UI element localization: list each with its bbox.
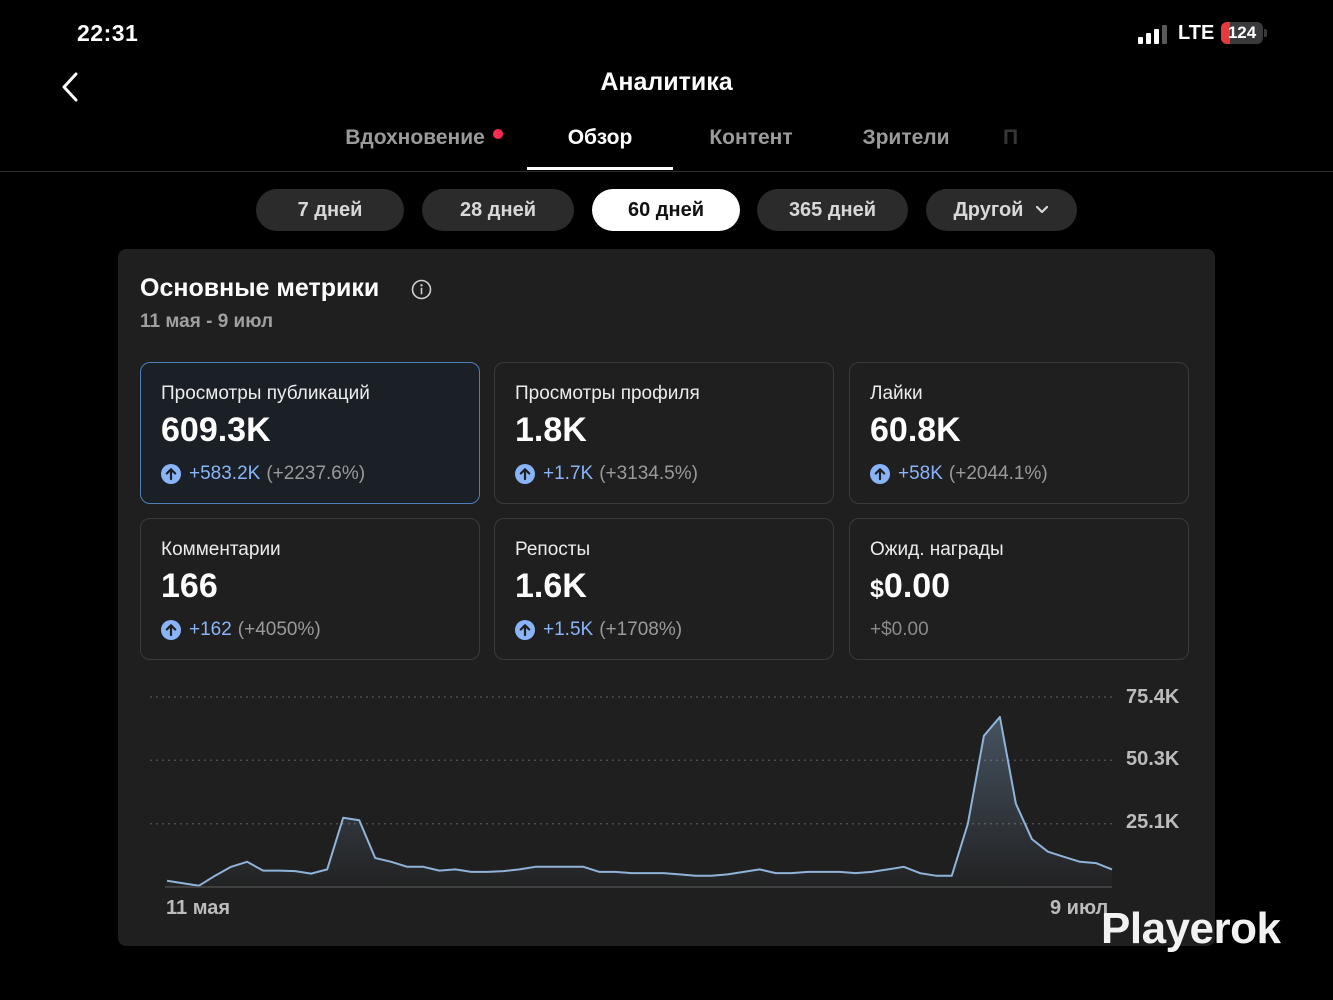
period-custom-dropdown[interactable]: Другой — [926, 189, 1077, 231]
tab-label: Вдохновение — [345, 126, 485, 149]
chevron-down-icon — [1036, 205, 1049, 214]
views-area-chart[interactable] — [150, 680, 1200, 920]
metric-label: Комментарии — [161, 539, 281, 560]
tab-overview[interactable]: Обзор — [527, 126, 673, 150]
y-axis-tick: 25.1K — [1126, 811, 1180, 833]
metric-label: Репосты — [515, 539, 591, 560]
chart-gridlines — [150, 696, 1112, 825]
metric-label: Просмотры публикаций — [161, 383, 370, 404]
tab-more-partial[interactable]: П — [1000, 126, 1060, 166]
metric-percent: (+3134.5%) — [599, 463, 698, 484]
currency-symbol: $ — [870, 575, 884, 603]
metric-change: +58K (+2044.1%) — [870, 463, 1048, 485]
metric-delta: +583.2K — [189, 463, 261, 484]
metric-change: +162 (+4050%) — [161, 619, 321, 641]
metric-delta: +162 — [189, 619, 232, 640]
battery-level: 124 — [1227, 23, 1257, 42]
arrow-up-circle-icon — [161, 620, 181, 640]
metric-tile-likes[interactable]: Лайки 60.8K +58K (+2044.1%) — [849, 362, 1189, 504]
tab-label: Обзор — [567, 126, 633, 149]
date-range: 11 мая - 9 июл — [140, 311, 274, 332]
period-label: 60 дней — [628, 198, 704, 221]
metric-tile-expected-rewards[interactable]: Ожид. награды $0.00 +$0.00 — [849, 518, 1189, 660]
tab-content[interactable]: Контент — [688, 126, 814, 150]
metric-change: +1.5K (+1708%) — [515, 619, 682, 641]
x-axis-tick-end: 9 июл — [1050, 897, 1109, 919]
battery-cap — [1264, 29, 1267, 37]
info-circle-icon — [411, 279, 432, 300]
period-label: 365 дней — [788, 198, 877, 221]
metric-label: Лайки — [870, 383, 923, 404]
arrow-up-circle-icon — [515, 464, 535, 484]
metric-amount: 0.00 — [883, 567, 951, 605]
period-label: 28 дней — [460, 198, 536, 221]
period-28-days[interactable]: 28 дней — [422, 189, 574, 231]
period-365-days[interactable]: 365 дней — [757, 189, 908, 231]
metric-delta: +1.7K — [543, 463, 594, 484]
metric-delta: +1.5K — [543, 619, 594, 640]
metric-value: 1.8K — [515, 411, 587, 449]
metric-value: 60.8K — [870, 411, 961, 449]
page-title: Аналитика — [600, 68, 733, 96]
metric-tile-reposts[interactable]: Репосты 1.6K +1.5K (+1708%) — [494, 518, 834, 660]
battery-icon: 124 — [1221, 22, 1263, 44]
notification-dot — [493, 129, 503, 139]
tab-label: Зрители — [862, 126, 950, 149]
metric-change: +$0.00 — [870, 619, 929, 641]
network-type: LTE — [1178, 22, 1215, 44]
metric-percent: (+2237.6%) — [266, 463, 366, 484]
y-axis-tick: 50.3K — [1126, 748, 1180, 770]
metric-label: Просмотры профиля — [515, 383, 700, 404]
metric-percent: (+2044.1%) — [948, 463, 1048, 484]
tab-label: П — [1003, 126, 1019, 149]
y-axis-tick: 75.4K — [1126, 686, 1180, 708]
arrow-up-circle-icon — [161, 464, 181, 484]
watermark-logo: Playerok — [1101, 904, 1281, 953]
metric-value: 1.6K — [515, 567, 587, 605]
metric-tile-comments[interactable]: Комментарии 166 +162 (+4050%) — [140, 518, 480, 660]
arrow-up-circle-icon — [515, 620, 535, 640]
cellular-signal-icon — [1138, 24, 1168, 44]
metric-tile-profile-views[interactable]: Просмотры профиля 1.8K +1.7K (+3134.5%) — [494, 362, 834, 504]
tab-inspiration[interactable]: Вдохновение — [338, 126, 492, 150]
period-label: 7 дней — [297, 198, 363, 221]
metric-value: $0.00 — [870, 567, 950, 606]
period-label: Другой — [953, 198, 1024, 221]
metric-percent: (+4050%) — [237, 619, 321, 640]
metric-change: +583.2K (+2237.6%) — [161, 463, 365, 485]
period-60-days[interactable]: 60 дней — [592, 189, 740, 231]
metric-value: 609.3K — [161, 411, 271, 449]
status-time: 22:31 — [77, 20, 139, 46]
tab-bar: Вдохновение Обзор Контент Зрители — [0, 126, 1333, 172]
metric-percent: (+1708%) — [599, 619, 683, 640]
metric-value: 166 — [161, 567, 218, 605]
tab-viewers[interactable]: Зрители — [846, 126, 966, 150]
info-icon[interactable] — [411, 279, 432, 300]
period-7-days[interactable]: 7 дней — [256, 189, 404, 231]
metric-change: +1.7K (+3134.5%) — [515, 463, 698, 485]
chart-area-fill — [167, 716, 1112, 887]
card-title: Основные метрики — [140, 274, 380, 302]
x-axis-tick-start: 11 мая — [166, 897, 231, 919]
active-tab-indicator — [527, 167, 673, 170]
metric-tile-post-views[interactable]: Просмотры публикаций 609.3K +583.2K (+22… — [140, 362, 480, 504]
metric-label: Ожид. награды — [870, 539, 1004, 560]
arrow-up-circle-icon — [870, 464, 890, 484]
metric-delta: +58K — [898, 463, 943, 484]
metric-delta: +$0.00 — [870, 619, 929, 640]
tab-divider — [0, 171, 1333, 172]
tab-label: Контент — [709, 126, 793, 149]
